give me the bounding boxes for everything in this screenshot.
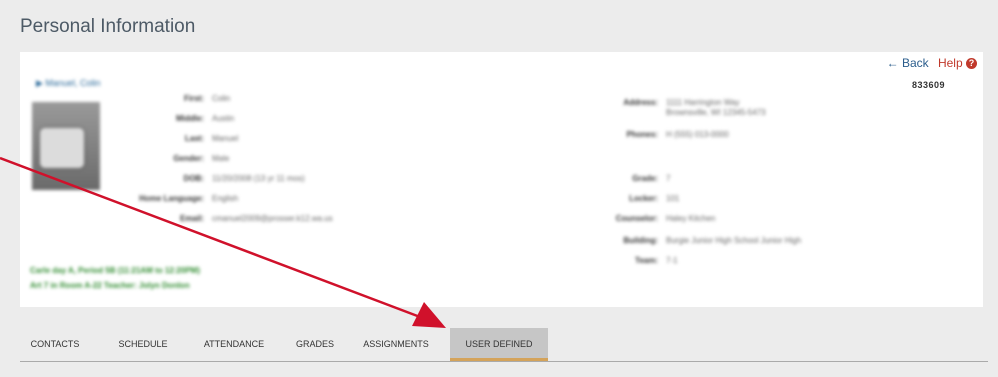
field-label: First: <box>184 94 204 103</box>
field-value: Manuel <box>212 134 239 143</box>
field-label: Locker: <box>629 194 658 203</box>
field-label: DOB: <box>183 174 204 183</box>
field-value: Haley Kitchen <box>666 214 716 223</box>
field-value: Burgie Junior High School Junior High <box>666 236 802 245</box>
field-label: Team: <box>635 256 658 265</box>
field-value: Colin <box>212 94 231 103</box>
field-label: Grade: <box>632 174 658 183</box>
tab-bar: CONTACTS SCHEDULE ATTENDANCE GRADES ASSI… <box>20 328 988 362</box>
field-label: Middle: <box>176 114 204 123</box>
page-title: Personal Information <box>20 16 196 37</box>
student-id: 833609 <box>911 80 945 90</box>
back-link[interactable]: ← Back <box>887 56 929 70</box>
schedule-note-line1: Carle day A, Period 5B (11:21AM to 12:20… <box>30 266 200 275</box>
field-value: 7-1 <box>666 256 678 265</box>
field-label: Email: <box>179 214 204 223</box>
field-value: English <box>212 194 239 203</box>
help-link[interactable]: Help ? <box>938 56 977 70</box>
tab-assignments[interactable]: ASSIGNMENTS <box>350 328 442 361</box>
student-name-link[interactable]: ▶ Manuel, Colin <box>36 78 100 89</box>
field-label: Counselor: <box>615 214 658 223</box>
photo-placeholder-icon <box>40 128 84 168</box>
field-label: Home Language: <box>139 194 204 203</box>
tab-schedule[interactable]: SCHEDULE <box>108 328 178 361</box>
schedule-note-line2: Art 7 in Room A-22 Teacher: Jolyn Donlon <box>30 281 190 290</box>
field-label: Building: <box>623 236 658 245</box>
field-value: 7 <box>666 174 671 183</box>
tab-grades[interactable]: GRADES <box>290 328 340 361</box>
field-value: H (555) 013-0000 <box>666 130 729 139</box>
tab-contacts[interactable]: CONTACTS <box>20 328 90 361</box>
tab-attendance[interactable]: ATTENDANCE <box>192 328 276 361</box>
field-value: cmanuel2009@prosser.k12.wa.us <box>212 214 333 223</box>
field-value: 101 <box>666 194 680 203</box>
help-icon: ? <box>966 58 977 69</box>
field-label: Last: <box>184 134 204 143</box>
student-name: Manuel, Colin <box>45 78 101 88</box>
field-value-line2: Brownsville, WI 12345-5473 <box>666 108 766 117</box>
field-value: Austin <box>212 114 235 123</box>
back-arrow-icon: ← <box>886 56 899 70</box>
back-label: Back <box>901 56 929 70</box>
field-label: Gender: <box>173 154 204 163</box>
header-actions: ← Back Help ? <box>887 56 977 70</box>
field-value: 1111 Harrington Way <box>666 98 740 107</box>
field-label: Address: <box>623 98 658 107</box>
student-photo <box>32 102 100 190</box>
help-label: Help <box>937 56 963 70</box>
field-value: 11/20/2008 (13 yr 11 mos) <box>212 174 305 183</box>
field-label: Phones: <box>626 130 658 139</box>
student-info-card: ← Back Help ? 833609 ▶ Manuel, Colin Fir… <box>20 52 983 307</box>
tab-user-defined[interactable]: USER DEFINED <box>450 328 548 361</box>
field-value: Male <box>212 154 230 163</box>
